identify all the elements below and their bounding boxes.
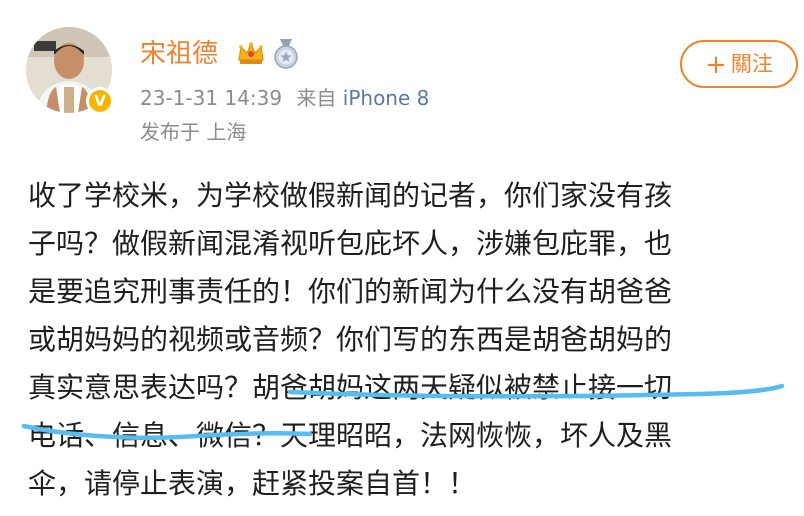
follow-button-label: 關注 — [730, 52, 773, 76]
source-device[interactable]: iPhone 8 — [343, 86, 430, 110]
medal-icon[interactable] — [272, 38, 300, 70]
follow-button[interactable]: + 關注 — [680, 40, 798, 88]
verified-v-badge-icon: V — [89, 90, 111, 112]
post-meta: 23-1-31 14:39 来自 iPhone 8 — [140, 84, 429, 112]
post-timestamp: 23-1-31 14:39 — [140, 86, 283, 110]
plus-icon: + — [705, 50, 727, 80]
post-body-line: 收了学校米，为学校做假新闻的记者，你们家没有孩 — [28, 179, 673, 212]
crown-icon[interactable] — [236, 38, 266, 68]
post-body-line: 是要追究刑事责任的！你们的新闻为什么没有胡爸爸 — [28, 275, 673, 308]
post-location: 发布于 上海 — [140, 120, 247, 144]
post-body-line: 伞，请停止表演，赶紧投案自首！！ — [28, 467, 477, 500]
verified-badge: V — [86, 87, 114, 115]
post-body-line: 真实意思表达吗？胡爸胡妈这两天疑似被禁止接一切 — [28, 371, 673, 404]
post-body-line: 或胡妈妈的视频或音频？你们写的东西是胡爸胡妈的 — [28, 323, 673, 356]
author-name[interactable]: 宋祖德 — [140, 36, 218, 72]
post-header: V 宋祖德 23-1-31 14:39 来自 iPhone 8 发布于 上海 +… — [0, 0, 804, 150]
post-body-line: 电话、信息、微信？天理昭昭，法网恢恢，坏人及黑 — [28, 419, 673, 452]
post-body: 收了学校米，为学校做假新闻的记者，你们家没有孩 子吗？做假新闻混淆视听包庇坏人，… — [28, 172, 788, 508]
post-body-line: 子吗？做假新闻混淆视听包庇坏人，涉嫌包庇罪，也 — [28, 227, 673, 260]
source-prefix: 来自 — [296, 86, 337, 110]
